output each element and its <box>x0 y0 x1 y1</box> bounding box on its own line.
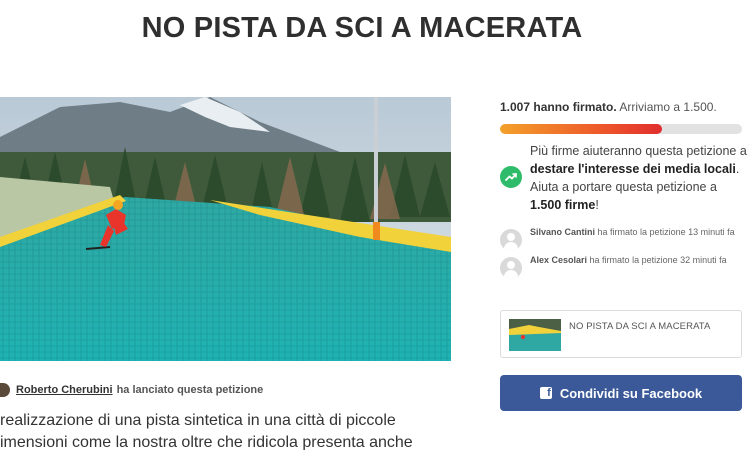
author-avatar <box>0 383 10 397</box>
signer-text: Silvano Cantini ha firmato la petizione … <box>530 226 748 238</box>
author-action-text: ha lanciato questa petizione <box>116 384 264 396</box>
share-facebook-button[interactable]: f Condividi su Facebook <box>500 375 742 411</box>
progress-fill <box>500 124 663 134</box>
goal-text-bold: destare l'interesse dei media locali <box>530 162 736 176</box>
signature-count: 1.007 hanno firmato. <box>500 100 617 114</box>
body-line: realizzazione di una pista sintetica in … <box>0 412 396 429</box>
goal-text-part: ! <box>595 198 599 212</box>
signer-name: Silvano Cantini <box>530 227 596 237</box>
user-avatar-icon <box>500 229 522 251</box>
recent-signer: Silvano Cantini ha firmato la petizione … <box>500 226 750 254</box>
clipped-content <box>500 440 750 450</box>
goal-message: Più firme aiuteranno questa petizione a … <box>500 142 750 218</box>
share-preview-card[interactable]: NO PISTA DA SCI A MACERATA <box>500 310 742 358</box>
goal-text-part: Più firme aiuteranno questa petizione a <box>530 144 747 158</box>
share-preview-thumbnail <box>509 319 561 351</box>
signer-name: Alex Cesolari <box>530 255 588 265</box>
petition-author-line: Roberto Cherubini ha lanciato questa pet… <box>0 381 460 399</box>
body-line: imensioni come la nostra oltre che ridic… <box>0 434 413 450</box>
goal-text: Più firme aiuteranno questa petizione a … <box>530 142 748 214</box>
recent-signer: Alex Cesolari ha firmato la petizione 32… <box>500 254 750 282</box>
share-facebook-label: Condividi su Facebook <box>559 385 703 401</box>
sidebar: 1.007 hanno firmato. Arriviamo a 1.500. … <box>500 0 750 450</box>
petition-body: realizzazione di una pista sintetica in … <box>0 410 460 450</box>
petition-page: NO PISTA DA SCI A MACERATA Roberto Cheru… <box>0 0 750 450</box>
signer-action: ha firmato la petizione 32 minuti fa <box>589 255 727 265</box>
petition-hero-image <box>0 97 451 361</box>
author-name-link[interactable]: Roberto Cherubini <box>16 384 113 396</box>
signature-summary: 1.007 hanno firmato. Arriviamo a 1.500. <box>500 100 717 114</box>
signature-goal: Arriviamo a 1.500. <box>619 100 717 114</box>
signer-action: ha firmato la petizione 13 minuti fa <box>597 227 735 237</box>
signer-text: Alex Cesolari ha firmato la petizione 32… <box>530 254 748 266</box>
trending-up-icon <box>500 166 522 188</box>
goal-text-bold: 1.500 firme <box>530 198 596 212</box>
user-avatar-icon <box>500 257 522 279</box>
facebook-icon: f <box>539 387 552 399</box>
share-preview-title: NO PISTA DA SCI A MACERATA <box>569 321 711 332</box>
signature-progress-bar <box>500 124 742 134</box>
